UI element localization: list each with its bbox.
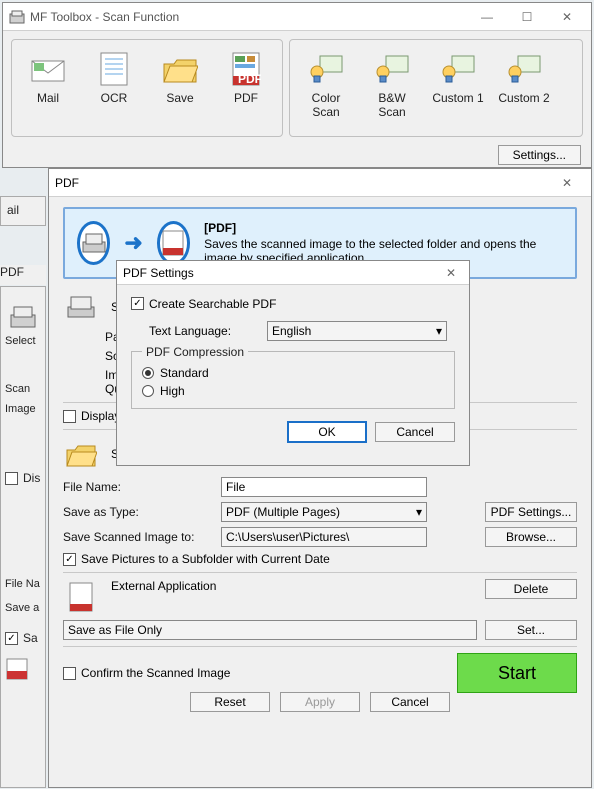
chevron-down-icon: ▾	[416, 505, 422, 519]
scanner-icon	[308, 51, 344, 87]
toolbox-item-custom-1[interactable]: Custom 1	[428, 46, 488, 132]
maximize-button[interactable]: ☐	[507, 6, 547, 28]
extapp-input[interactable]	[63, 620, 477, 640]
scanner-icon	[5, 299, 41, 335]
toolbox-item-save[interactable]: Save	[150, 46, 210, 132]
scanner-icon	[506, 51, 542, 87]
toolbox-item-label: Save	[166, 91, 193, 105]
toolbox-window: MF Toolbox - Scan Function — ☐ ✕ Mail OC…	[2, 2, 592, 168]
pdf-settings-button[interactable]: PDF Settings...	[485, 502, 577, 522]
mail-icon	[30, 51, 66, 87]
cancel-button[interactable]: Cancel	[375, 422, 455, 442]
save-folder-icon	[162, 51, 198, 87]
peek-select: Select	[5, 335, 41, 347]
toolbox-item-bw-scan[interactable]: B&W Scan	[362, 46, 422, 132]
saveto-input[interactable]	[221, 527, 427, 547]
set-button[interactable]: Set...	[485, 620, 577, 640]
compression-standard-radio[interactable]: Standard	[142, 366, 209, 380]
dialog-titlebar: PDF Settings ✕	[117, 261, 469, 285]
reset-button[interactable]: Reset	[190, 692, 270, 712]
toolbox-item-mail[interactable]: Mail	[18, 46, 78, 132]
pdf-title: PDF	[55, 176, 79, 190]
banner-title: [PDF]	[204, 221, 563, 235]
saveto-label: Save Scanned Image to:	[63, 530, 213, 544]
arrow-right-icon: ➜	[124, 230, 142, 256]
toolbox-group-right: Color Scan B&W Scan Custom 1 Custom 2	[289, 39, 583, 137]
pdf-circle-icon	[157, 221, 190, 265]
save-folder-icon	[63, 436, 99, 472]
toolbox-item-label: Color Scan	[297, 91, 355, 119]
pdf-titlebar: PDF ✕	[49, 169, 591, 197]
peek-saveas: Save a	[5, 602, 41, 614]
saveas-combo[interactable]: PDF (Multiple Pages)▾	[221, 502, 427, 522]
start-button[interactable]: Start	[457, 653, 577, 693]
textlang-label: Text Language:	[149, 324, 259, 338]
toolbox-titlebar: MF Toolbox - Scan Function — ☐ ✕	[3, 3, 591, 31]
ocr-icon	[96, 51, 132, 87]
toolbox-item-label: Mail	[37, 91, 59, 105]
chevron-down-icon: ▾	[436, 324, 442, 338]
peek-image: Image	[5, 403, 41, 415]
close-button[interactable]: ✕	[547, 172, 587, 194]
ok-button[interactable]: OK	[287, 421, 367, 443]
pdf-icon	[63, 579, 99, 615]
app-icon	[9, 9, 25, 25]
compression-legend: PDF Compression	[142, 345, 248, 359]
toolbox-item-color-scan[interactable]: Color Scan	[296, 46, 356, 132]
pdf-icon: PDF	[228, 51, 264, 87]
create-searchable-checkbox[interactable]: ✓Create Searchable PDF	[131, 297, 276, 311]
minimize-button[interactable]: —	[467, 6, 507, 28]
scanner-icon	[440, 51, 476, 87]
filename-label: File Name:	[63, 480, 213, 494]
toolbox-item-label: PDF	[234, 91, 258, 105]
saveas-label: Save as Type:	[63, 505, 213, 519]
toolbox-item-label: Custom 1	[432, 91, 483, 105]
svg-text:PDF: PDF	[238, 72, 261, 86]
confirm-image-checkbox[interactable]: Confirm the Scanned Image	[63, 666, 230, 680]
peek-scan: Scan	[5, 383, 41, 395]
toolbox-title: MF Toolbox - Scan Function	[30, 10, 179, 24]
compression-fieldset: PDF Compression Standard High	[131, 351, 455, 409]
browse-button[interactable]: Browse...	[485, 527, 577, 547]
cancel-button[interactable]: Cancel	[370, 692, 450, 712]
peek-pdf: PDF	[0, 265, 24, 279]
apply-button: Apply	[280, 692, 360, 712]
scanner-icon	[63, 289, 99, 325]
subfolder-checkbox[interactable]: ✓Save Pictures to a Subfolder with Curre…	[63, 552, 330, 566]
pdf-settings-dialog: PDF Settings ✕ ✓Create Searchable PDF Te…	[116, 260, 470, 466]
toolbox-item-label: Custom 2	[498, 91, 549, 105]
toolbox-item-ocr[interactable]: OCR	[84, 46, 144, 132]
toolbox-group-left: Mail OCR Save PDF PDF	[11, 39, 283, 137]
compression-high-radio[interactable]: High	[142, 384, 185, 398]
scanner-icon	[374, 51, 410, 87]
toolbox-item-custom-2[interactable]: Custom 2	[494, 46, 554, 132]
close-button[interactable]: ✕	[437, 262, 465, 284]
toolbox-item-pdf[interactable]: PDF PDF	[216, 46, 276, 132]
filename-input[interactable]	[221, 477, 427, 497]
peek-label: ail	[7, 203, 19, 217]
dialog-title: PDF Settings	[123, 266, 194, 280]
pdf-icon	[5, 657, 29, 681]
toolbox-item-label: OCR	[101, 91, 128, 105]
close-button[interactable]: ✕	[547, 6, 587, 28]
delete-button[interactable]: Delete	[485, 579, 577, 599]
extapp-label: External Application	[111, 579, 216, 593]
textlang-combo[interactable]: English▾	[267, 321, 447, 341]
peek-save-check[interactable]: ✓Sa	[5, 631, 38, 645]
toolbox-item-label: B&W Scan	[363, 91, 421, 119]
settings-button[interactable]: Settings...	[498, 145, 581, 165]
scanner-circle-icon	[77, 221, 110, 265]
peek-filename: File Na	[5, 578, 41, 590]
peek-display-check[interactable]: Dis	[5, 471, 40, 485]
